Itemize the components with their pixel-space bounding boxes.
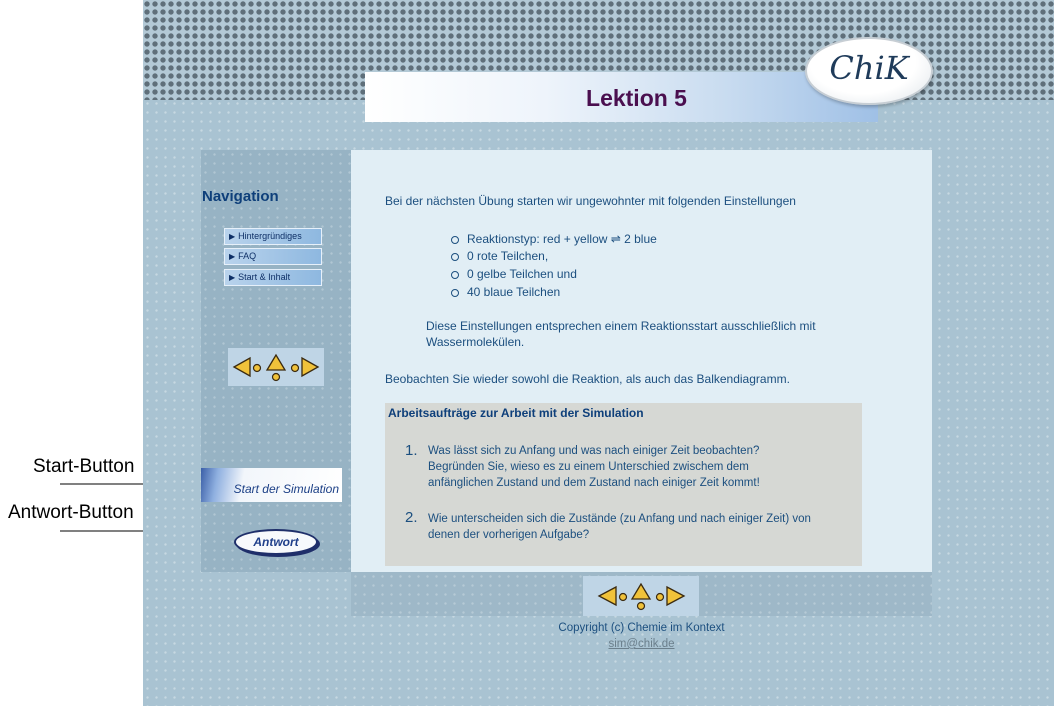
answer-button[interactable]: Antwort [234, 529, 318, 555]
page-navigation-arrows [228, 348, 324, 386]
note-text-line2: Wassermolekülen. [426, 335, 525, 349]
bullet-icon [451, 288, 459, 297]
task-number: 1. [405, 442, 418, 459]
nav-item-start-inhalt[interactable]: ▶ Start & Inhalt [224, 269, 322, 286]
arrow-up-icon[interactable] [265, 353, 287, 382]
observe-text: Beobachten Sie wieder sowohl die Reaktio… [385, 372, 790, 386]
nav-item-label: Hintergründiges [238, 231, 302, 241]
copyright-text: Copyright (c) Chemie im Kontext [558, 622, 725, 634]
arrow-left-icon[interactable] [597, 585, 628, 607]
arrow-right-icon[interactable] [655, 585, 686, 607]
task-2-text: Wie unterscheiden sich die Zustände (zu … [428, 511, 858, 543]
arrow-left-icon[interactable] [232, 356, 262, 378]
intro-text: Bei der nächsten Übung starten wir ungew… [385, 194, 796, 208]
lesson-page: Lektion 5 ChiK Navigation ▶ Hintergründig… [143, 0, 1054, 706]
settings-item: Reaktionstyp: red + yellow ⇌ 2 blue [451, 232, 657, 246]
bottom-navigation-arrows [583, 576, 699, 616]
task-1-text: Was lässt sich zu Anfang und was nach ei… [428, 443, 858, 491]
bullet-icon [451, 252, 459, 261]
settings-item-text: Reaktionstyp: red + yellow ⇌ 2 blue [467, 232, 657, 246]
arrow-right-icon[interactable] [290, 356, 320, 378]
tasks-box: Arbeitsaufträge zur Arbeit mit der Simul… [385, 403, 862, 566]
tasks-heading: Arbeitsaufträge zur Arbeit mit der Simul… [388, 406, 644, 420]
navigation-sidebar: Navigation ▶ Hintergründiges ▶ FAQ ▶ Start … [201, 150, 351, 572]
start-button-annotation: Start-Button [33, 456, 135, 477]
chik-logo: ChiK [805, 37, 933, 105]
bottom-navigation-strip [351, 572, 932, 616]
content-panel: Bei der nächsten Übung starten wir ungew… [351, 150, 932, 572]
nav-item-label: FAQ [238, 251, 257, 261]
settings-item-text: 0 rote Teilchen, [467, 249, 549, 263]
task-line: anfänglichen Zustand und dem Zustand nac… [428, 477, 760, 489]
task-line: Was lässt sich zu Anfang und was nach ei… [428, 445, 760, 457]
task-line: denen der vorherigen Aufgabe? [428, 529, 590, 541]
settings-item-text: 40 blaue Teilchen [467, 285, 561, 299]
title-bar: Lektion 5 [365, 72, 878, 122]
play-icon: ▶ [229, 273, 236, 282]
settings-item: 0 gelbe Teilchen und [451, 267, 577, 281]
start-simulation-button[interactable]: Start der Simulation [201, 468, 342, 502]
settings-item: 0 rote Teilchen, [451, 249, 548, 263]
task-number: 2. [405, 509, 418, 526]
arrow-up-icon[interactable] [630, 582, 652, 611]
page-title: Lektion 5 [586, 85, 687, 111]
nav-item-hintergruendiges[interactable]: ▶ Hintergründiges [224, 228, 322, 245]
bullet-icon [451, 270, 459, 279]
note-text-line1: Diese Einstellungen entsprechen einem Re… [426, 319, 816, 333]
play-icon: ▶ [229, 232, 236, 241]
nav-item-label: Start & Inhalt [238, 272, 291, 282]
task-line: Wie unterscheiden sich die Zustände (zu … [428, 513, 811, 525]
task-line: Begründen Sie, wieso es zu einem Untersc… [428, 461, 749, 473]
nav-item-faq[interactable]: ▶ FAQ [224, 248, 322, 265]
navigation-heading: Navigation [202, 188, 279, 205]
logo-text: ChiK [829, 49, 909, 87]
answer-button-annotation: Antwort-Button [8, 502, 134, 523]
settings-item-text: 0 gelbe Teilchen und [467, 267, 577, 281]
nav-arrows-graphic [232, 353, 320, 382]
email-link[interactable]: sim@chik.de [351, 638, 932, 650]
play-icon: ▶ [229, 252, 236, 261]
settings-item: 40 blaue Teilchen [451, 285, 560, 299]
bullet-icon [451, 235, 459, 244]
bottom-arrows-graphic [597, 582, 686, 611]
